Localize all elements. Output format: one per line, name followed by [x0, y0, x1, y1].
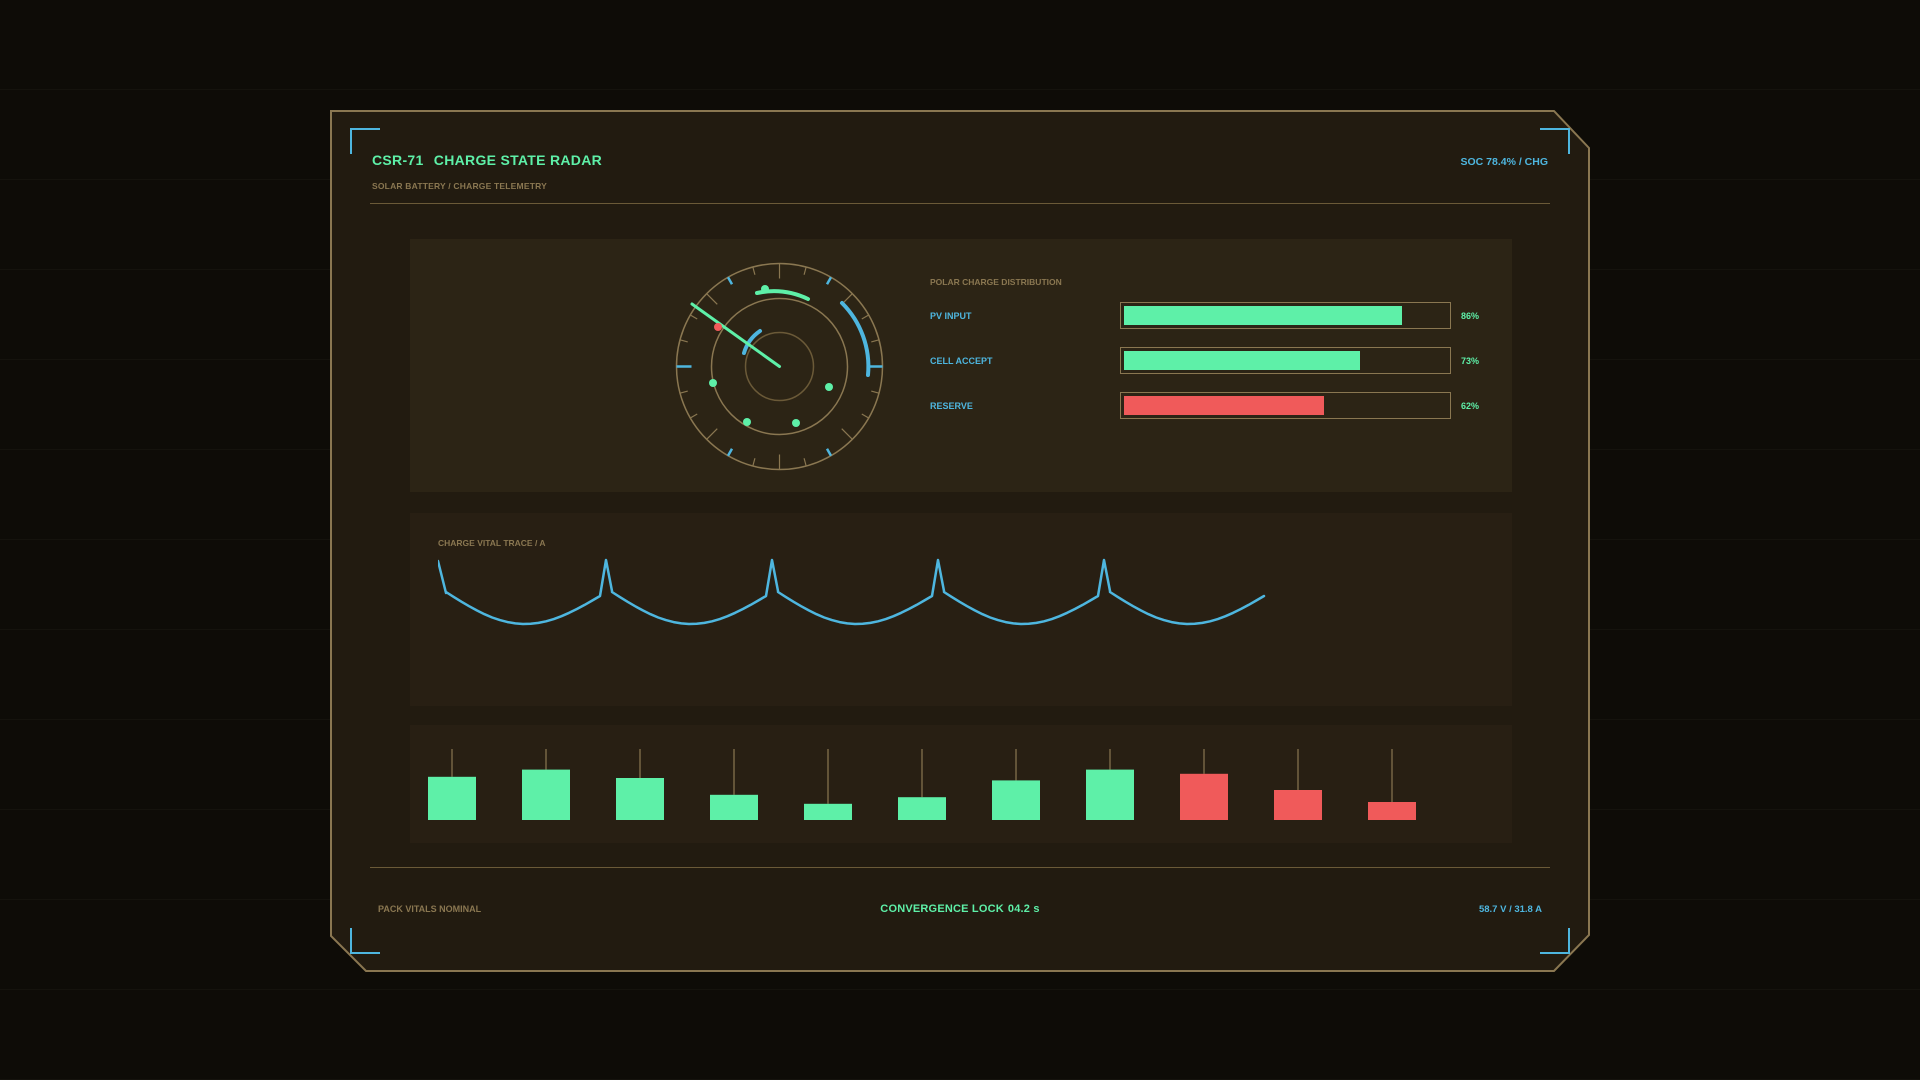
radar-tick — [752, 266, 756, 275]
cell-bar — [898, 797, 946, 820]
distribution-bar-track — [1120, 392, 1451, 419]
corner-bracket-top-right — [1540, 128, 1570, 154]
radar-gauge-icon — [675, 262, 884, 471]
cell-bars-chart — [428, 749, 1416, 820]
corner-bracket-bottom-right — [1540, 928, 1570, 954]
radar-tick — [706, 428, 718, 440]
distribution-label: PV INPUT — [930, 311, 972, 321]
hud-frame: CSR-71 CHARGE STATE RADAR SOLAR BATTERY … — [330, 110, 1590, 972]
cell-bar — [428, 776, 476, 820]
convergence-label: CONVERGENCE LOCK — [880, 903, 1004, 915]
cell-bar — [1086, 769, 1134, 820]
voltage-current-readout: 58.7 V / 31.8 A — [1478, 904, 1542, 915]
page-title: CSR-71 CHARGE STATE RADAR — [372, 152, 602, 168]
corner-bracket-bottom-left — [350, 928, 380, 954]
distribution-title: POLAR CHARGE DISTRIBUTION — [930, 277, 1062, 287]
radar-tick — [752, 458, 756, 467]
distribution-row-reserve: RESERVE 62% — [930, 392, 1490, 420]
distribution-row-cell-accept: CELL ACCEPT 73% — [930, 347, 1490, 375]
cell-bar — [616, 778, 664, 820]
cell-bar — [710, 794, 758, 820]
radar-tick — [871, 339, 880, 343]
title-text: CHARGE STATE RADAR — [433, 152, 603, 168]
distribution-value: 73% — [1461, 356, 1480, 366]
distribution-bar-fill — [1124, 351, 1360, 370]
radar-tick — [825, 448, 833, 457]
radar-tick — [825, 276, 833, 285]
radar-tick — [679, 390, 688, 394]
distribution-label: RESERVE — [930, 401, 973, 411]
convergence-readout: CONVERGENCE LOCK 04.2 s — [330, 903, 1590, 915]
radar-tick — [803, 266, 807, 275]
charge-trace-line — [438, 558, 1266, 626]
radar-tick — [689, 413, 698, 419]
footer-divider — [370, 867, 1550, 868]
convergence-value: 04.2 s — [1007, 903, 1040, 915]
trace-panel: CHARGE VITAL TRACE / A — [410, 513, 1512, 706]
cell-bar — [1368, 802, 1416, 820]
cell-bar — [1180, 773, 1228, 820]
radar-tick — [861, 314, 870, 320]
radar-tick — [689, 314, 698, 320]
device-code: CSR-71 — [372, 152, 424, 168]
distribution-bar-fill — [1124, 396, 1325, 415]
corner-bracket-top-left — [350, 128, 380, 154]
soc-status: SOC 78.4% / CHG — [1460, 156, 1548, 168]
cell-bar — [522, 769, 570, 820]
cell-bar — [804, 803, 852, 820]
bars-panel — [410, 725, 1512, 843]
radar-tick — [726, 448, 734, 457]
trace-title: CHARGE VITAL TRACE / A — [438, 538, 546, 548]
radar-tick — [679, 339, 688, 343]
radar-tick — [803, 458, 807, 467]
distribution-label: CELL ACCEPT — [930, 356, 993, 366]
cell-bar — [992, 780, 1040, 820]
radar-tick — [726, 276, 734, 285]
radar-tick — [706, 293, 718, 305]
page-subtitle: SOLAR BATTERY / CHARGE TELEMETRY — [372, 181, 547, 191]
radar-tick — [841, 428, 853, 440]
cell-bar — [1274, 790, 1322, 820]
distribution-value: 62% — [1461, 401, 1480, 411]
distribution-row-pv-input: PV INPUT 86% — [930, 302, 1490, 330]
radar-tick — [861, 413, 870, 419]
distribution-value: 86% — [1461, 311, 1480, 321]
radar-tick — [871, 390, 880, 394]
distribution-bar-track — [1120, 347, 1451, 374]
header-divider — [370, 203, 1550, 204]
distribution-bar-fill — [1124, 306, 1402, 325]
distribution-bar-track — [1120, 302, 1451, 329]
radar-panel: POLAR CHARGE DISTRIBUTION PV INPUT 86% C… — [410, 239, 1512, 492]
